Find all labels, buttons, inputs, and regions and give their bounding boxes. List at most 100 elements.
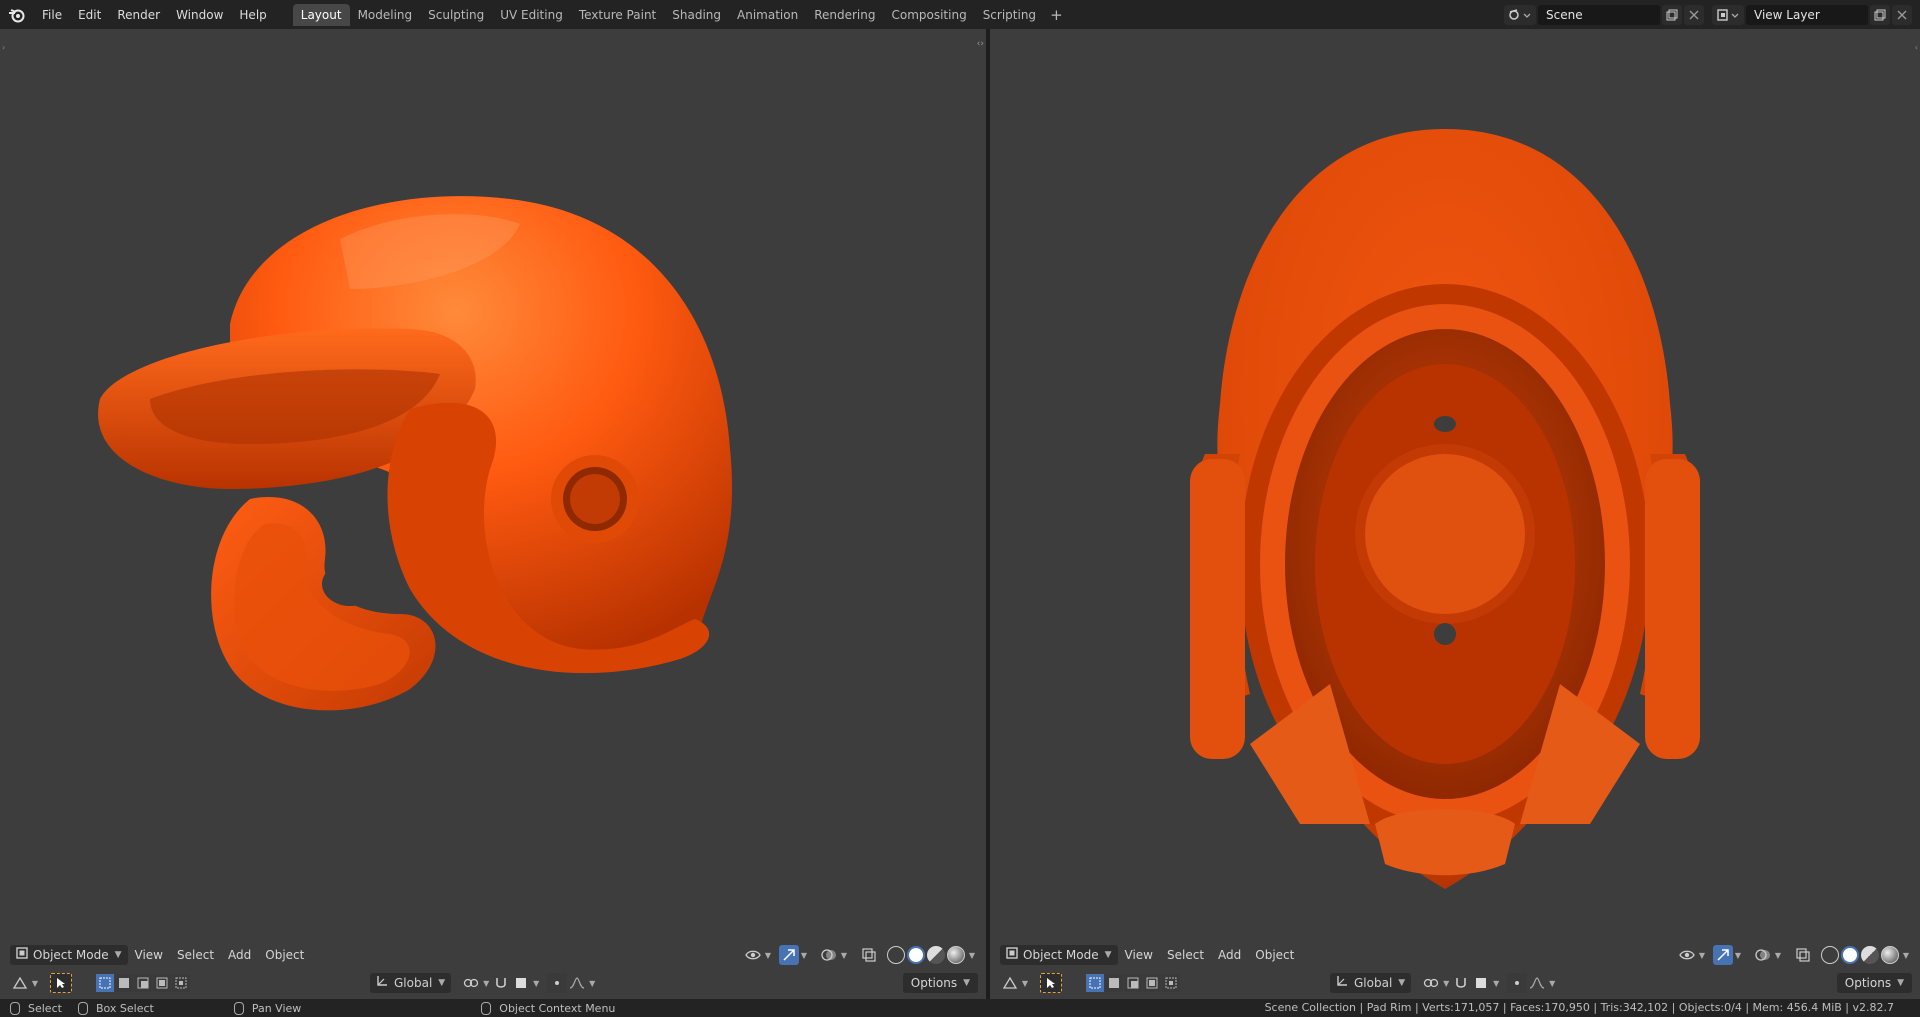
collapse-arrow-icon[interactable]: ‹: [1915, 43, 1918, 52]
split-arrows-icon[interactable]: ‹›: [977, 39, 984, 49]
select-invert-icon[interactable]: [1143, 974, 1161, 992]
falloff-icon[interactable]: [567, 973, 587, 993]
proportional-edit-icon[interactable]: [1507, 973, 1528, 993]
chevron-down-icon[interactable]: ▼: [1697, 945, 1707, 965]
object-mode-dropdown[interactable]: Object Mode ▼: [10, 945, 128, 965]
chevron-down-icon[interactable]: ▼: [587, 973, 597, 993]
tab-shading[interactable]: Shading: [664, 4, 729, 26]
scene-name-field[interactable]: Scene: [1538, 4, 1660, 25]
menu-view[interactable]: View: [1118, 945, 1160, 965]
tab-sculpting[interactable]: Sculpting: [420, 4, 492, 26]
transform-tool-icon[interactable]: [1000, 973, 1020, 993]
blender-logo-icon[interactable]: [6, 4, 28, 26]
menu-add[interactable]: Add: [1211, 945, 1248, 965]
chevron-down-icon[interactable]: ▼: [966, 945, 978, 965]
3d-viewport-right[interactable]: Object Mode ▼ View Select Add Object ▼ ▼…: [990, 29, 1920, 999]
select-invert-icon[interactable]: [153, 974, 171, 992]
delete-view-layer-button[interactable]: [1892, 4, 1912, 25]
select-new-icon[interactable]: [1086, 974, 1104, 992]
chevron-down-icon[interactable]: ▼: [1773, 945, 1783, 965]
select-subtract-icon[interactable]: [1124, 974, 1142, 992]
tab-texture-paint[interactable]: Texture Paint: [571, 4, 664, 26]
menu-render[interactable]: Render: [109, 4, 168, 26]
xray-icon[interactable]: [1793, 945, 1813, 965]
select-tool-button[interactable]: [1040, 973, 1062, 993]
chevron-down-icon[interactable]: ▼: [1441, 973, 1451, 993]
menu-select[interactable]: Select: [1160, 945, 1211, 965]
gizmo-icon[interactable]: [779, 945, 799, 965]
view-layer-name-field[interactable]: View Layer: [1746, 4, 1868, 25]
select-subtract-icon[interactable]: [134, 974, 152, 992]
wireframe-shading-icon[interactable]: [1821, 946, 1839, 964]
snap-target-icon[interactable]: [511, 973, 531, 993]
chevron-down-icon[interactable]: ▼: [1547, 973, 1557, 993]
chevron-down-icon[interactable]: ▼: [481, 973, 491, 993]
object-mode-dropdown[interactable]: Object Mode ▼: [1000, 945, 1118, 965]
collapse-arrow-icon[interactable]: ›: [2, 43, 5, 52]
falloff-icon[interactable]: [1527, 973, 1547, 993]
delete-scene-button[interactable]: [1684, 4, 1704, 25]
visibility-icon[interactable]: [743, 945, 763, 965]
proportional-edit-icon[interactable]: [547, 973, 568, 993]
tab-modeling[interactable]: Modeling: [350, 4, 421, 26]
tab-uv-editing[interactable]: UV Editing: [492, 4, 571, 26]
tab-scripting[interactable]: Scripting: [975, 4, 1044, 26]
snap-icon[interactable]: [1451, 973, 1471, 993]
menu-add[interactable]: Add: [221, 945, 258, 965]
chevron-down-icon[interactable]: ▼: [1900, 945, 1912, 965]
visibility-icon[interactable]: [1677, 945, 1697, 965]
xray-icon[interactable]: [859, 945, 879, 965]
tab-rendering[interactable]: Rendering: [806, 4, 883, 26]
rendered-shading-icon[interactable]: [1881, 946, 1899, 964]
new-scene-button[interactable]: [1662, 4, 1682, 25]
new-view-layer-button[interactable]: [1870, 4, 1890, 25]
menu-object[interactable]: Object: [258, 945, 311, 965]
3d-viewport-left[interactable]: Object Mode ▼ View Select Add Object ▼ ▼…: [0, 29, 986, 999]
wireframe-shading-icon[interactable]: [887, 946, 905, 964]
menu-select[interactable]: Select: [170, 945, 221, 965]
solid-shading-icon[interactable]: [907, 946, 925, 964]
menu-object[interactable]: Object: [1248, 945, 1301, 965]
select-new-icon[interactable]: [96, 974, 114, 992]
chevron-down-icon[interactable]: ▼: [839, 945, 849, 965]
orientation-dropdown[interactable]: Global ▼: [370, 973, 452, 993]
snap-icon[interactable]: [491, 973, 511, 993]
options-dropdown[interactable]: Options ▼: [1836, 973, 1912, 993]
material-shading-icon[interactable]: [1861, 946, 1879, 964]
chevron-down-icon[interactable]: ▼: [763, 945, 773, 965]
pivot-point-icon[interactable]: [461, 973, 481, 993]
rendered-shading-icon[interactable]: [947, 946, 965, 964]
tab-compositing[interactable]: Compositing: [883, 4, 974, 26]
orientation-dropdown[interactable]: Global ▼: [1330, 973, 1412, 993]
select-intersect-icon[interactable]: [1162, 974, 1180, 992]
gizmo-icon[interactable]: [1713, 945, 1733, 965]
options-dropdown[interactable]: Options ▼: [902, 973, 978, 993]
overlays-icon[interactable]: [1753, 945, 1773, 965]
select-extend-icon[interactable]: [115, 974, 133, 992]
chevron-down-icon[interactable]: ▼: [1020, 973, 1030, 993]
tab-animation[interactable]: Animation: [729, 4, 806, 26]
select-tool-button[interactable]: [50, 973, 72, 993]
snap-target-icon[interactable]: [1471, 973, 1491, 993]
chevron-down-icon[interactable]: ▼: [1491, 973, 1501, 993]
menu-file[interactable]: File: [34, 4, 70, 26]
chevron-down-icon[interactable]: ▼: [531, 973, 541, 993]
select-intersect-icon[interactable]: [172, 974, 190, 992]
menu-window[interactable]: Window: [168, 4, 231, 26]
solid-shading-icon[interactable]: [1841, 946, 1859, 964]
menu-view[interactable]: View: [128, 945, 170, 965]
material-shading-icon[interactable]: [927, 946, 945, 964]
chevron-down-icon[interactable]: ▼: [30, 973, 40, 993]
menu-help[interactable]: Help: [231, 4, 274, 26]
overlays-icon[interactable]: [819, 945, 839, 965]
chevron-down-icon[interactable]: ▼: [799, 945, 809, 965]
tab-layout[interactable]: Layout: [292, 3, 350, 26]
select-extend-icon[interactable]: [1105, 974, 1123, 992]
chevron-down-icon[interactable]: ▼: [1733, 945, 1743, 965]
add-workspace-button[interactable]: +: [1044, 6, 1069, 24]
transform-tool-icon[interactable]: [10, 973, 30, 993]
menu-edit[interactable]: Edit: [70, 4, 109, 26]
view-layer-browse-button[interactable]: [1712, 4, 1744, 25]
scene-browse-button[interactable]: [1504, 4, 1536, 25]
pivot-point-icon[interactable]: [1421, 973, 1441, 993]
